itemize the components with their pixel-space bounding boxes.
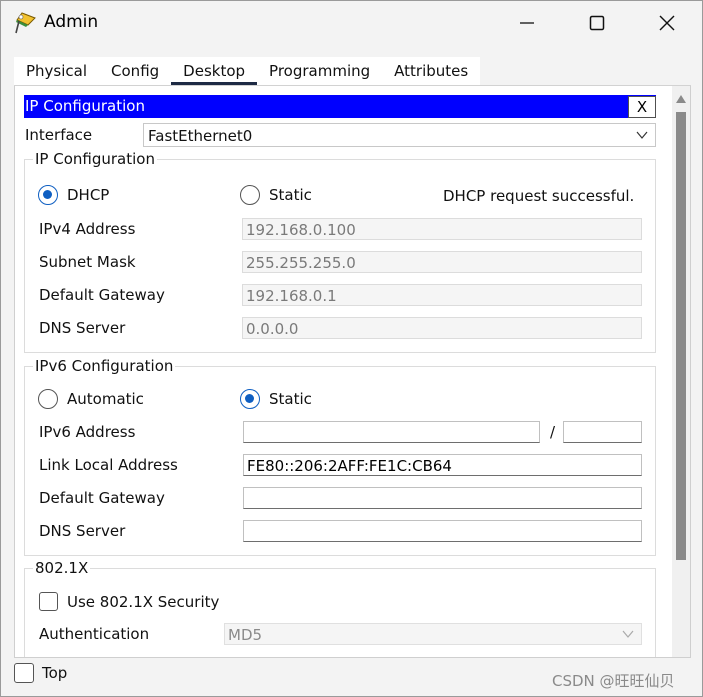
- link-local-label: Link Local Address: [39, 456, 178, 474]
- desktop-content: IP Configuration X Interface FastEtherne…: [14, 86, 691, 658]
- ip-configuration-header: IP Configuration: [24, 95, 656, 118]
- ipv6-group-title: IPv6 Configuration: [33, 357, 176, 375]
- ipv4-static-radio-indicator: [240, 185, 260, 205]
- ipv6-dns-label: DNS Server: [39, 522, 126, 540]
- tab-programming[interactable]: Programming: [257, 57, 383, 85]
- dhcp-status-text: DHCP request successful.: [443, 187, 635, 205]
- use-dot1x-checkbox[interactable]: Use 802.1X Security: [39, 592, 219, 611]
- minimize-icon: [520, 22, 534, 24]
- title-bar[interactable]: Admin: [1, 1, 702, 45]
- dhcp-label: DHCP: [67, 186, 110, 204]
- tab-attributes[interactable]: Attributes: [382, 57, 481, 85]
- ipv6-static-radio-indicator: [240, 389, 260, 409]
- ipv6-gateway-label: Default Gateway: [39, 489, 165, 507]
- scroll-up-arrow-icon[interactable]: [675, 94, 687, 104]
- vertical-scrollbar[interactable]: [672, 86, 690, 657]
- ipv4-address-field[interactable]: 192.168.0.100: [242, 218, 642, 240]
- ipv4-static-radio[interactable]: Static: [240, 185, 312, 205]
- ipv6-dns-field[interactable]: [243, 520, 642, 542]
- tab-bar: Physical Config Desktop Programming Attr…: [14, 57, 481, 85]
- subnet-mask-field[interactable]: 255.255.255.0: [242, 251, 642, 273]
- ipv6-automatic-label: Automatic: [67, 390, 144, 408]
- tab-desktop[interactable]: Desktop: [171, 57, 258, 85]
- subnet-mask-label: Subnet Mask: [39, 253, 136, 271]
- ipv4-address-label: IPv4 Address: [39, 220, 136, 238]
- authentication-label: Authentication: [39, 625, 150, 643]
- use-dot1x-label: Use 802.1X Security: [67, 592, 220, 611]
- packet-tracer-app-icon: [15, 12, 36, 34]
- minimize-button[interactable]: [504, 1, 550, 45]
- ipv4-static-label: Static: [269, 186, 312, 204]
- ipv6-automatic-radio[interactable]: Automatic: [38, 389, 144, 409]
- maximize-icon: [589, 15, 605, 31]
- ipv4-dns-field[interactable]: 0.0.0.0: [242, 317, 642, 339]
- ipv4-group-title: IP Configuration: [33, 150, 157, 168]
- close-icon: [659, 15, 675, 31]
- top-checkbox[interactable]: Top: [14, 663, 67, 683]
- dhcp-radio[interactable]: DHCP: [38, 185, 109, 205]
- dhcp-radio-indicator: [38, 185, 58, 205]
- interface-label: Interface: [25, 126, 93, 144]
- authentication-select[interactable]: MD5: [224, 623, 642, 645]
- ipv6-address-field[interactable]: [243, 421, 540, 443]
- prefix-separator: /: [550, 423, 556, 441]
- ipv4-gateway-field[interactable]: 192.168.0.1: [242, 284, 642, 306]
- use-dot1x-checkbox-box: [39, 592, 58, 611]
- dot1x-group-title: 802.1X: [33, 559, 91, 577]
- admin-window: Admin Physical Config Desktop Programmin…: [0, 0, 703, 697]
- ipv6-automatic-radio-indicator: [38, 389, 58, 409]
- tab-physical[interactable]: Physical: [14, 57, 100, 85]
- link-local-field[interactable]: FE80::206:2AFF:FE1C:CB64: [243, 454, 642, 476]
- top-label: Top: [42, 664, 68, 682]
- ipv6-prefix-field[interactable]: [563, 421, 642, 443]
- ipv4-dns-label: DNS Server: [39, 319, 126, 337]
- close-window-button[interactable]: [644, 1, 690, 45]
- ipv6-address-label: IPv6 Address: [39, 423, 136, 441]
- close-ip-configuration-button[interactable]: X: [628, 96, 656, 118]
- top-checkbox-box: [14, 663, 34, 683]
- ipv6-static-radio[interactable]: Static: [240, 389, 312, 409]
- ipv4-gateway-label: Default Gateway: [39, 286, 165, 304]
- maximize-button[interactable]: [574, 1, 620, 45]
- interface-select[interactable]: FastEthernet0: [143, 123, 656, 147]
- interface-value: FastEthernet0: [148, 127, 253, 145]
- authentication-value: MD5: [228, 626, 263, 644]
- tab-config[interactable]: Config: [99, 57, 172, 85]
- ipv6-gateway-field[interactable]: [243, 487, 642, 509]
- scrollbar-thumb[interactable]: [676, 112, 686, 560]
- ipv6-static-label: Static: [269, 390, 312, 408]
- csdn-watermark: CSDN @旺旺仙贝: [552, 672, 675, 690]
- chevron-down-icon: [636, 131, 648, 139]
- window-title: Admin: [44, 12, 99, 32]
- chevron-down-icon: [622, 630, 634, 638]
